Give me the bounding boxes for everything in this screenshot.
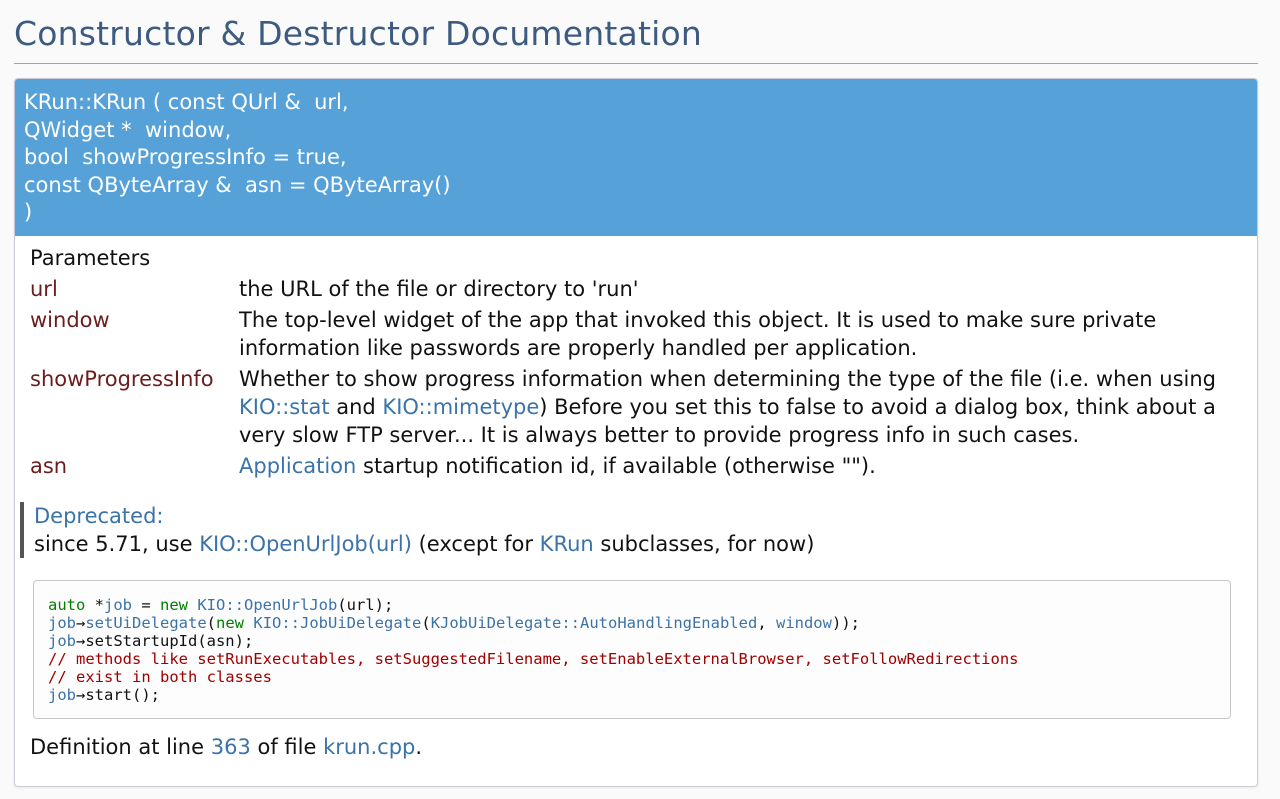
openurljob-link[interactable]: KIO::OpenUrlJob(url) bbox=[199, 532, 412, 556]
definition-line: Definition at line 363 of file krun.cpp. bbox=[30, 733, 422, 761]
prototype-line: QWidget * window, bbox=[24, 117, 232, 142]
code-variable: job bbox=[48, 632, 76, 650]
deprecated-note: Deprecated: since 5.71, use KIO::OpenUrl… bbox=[20, 502, 814, 558]
definition-text: . bbox=[415, 735, 423, 759]
param-row-asn: asn Application startup notification id,… bbox=[30, 452, 1245, 480]
code-text: , bbox=[757, 614, 776, 632]
code-keyword: new bbox=[160, 596, 188, 614]
param-name: window bbox=[30, 308, 110, 332]
code-text: →start(); bbox=[76, 686, 160, 704]
deprecated-text-part: (except for bbox=[411, 532, 540, 556]
code-variable: window bbox=[775, 614, 832, 632]
param-desc: The top-level widget of the app that inv… bbox=[239, 308, 1157, 360]
param-desc: Application startup notification id, if … bbox=[239, 452, 1245, 480]
function-prototype: KRun::KRun ( const QUrl & url, QWidget *… bbox=[15, 79, 1257, 236]
code-function-link[interactable]: setUiDelegate bbox=[85, 614, 206, 632]
code-text: * bbox=[85, 596, 104, 614]
code-class-link[interactable]: KIO::OpenUrlJob bbox=[197, 596, 337, 614]
code-example: auto *job = new KIO::OpenUrlJob(url); jo… bbox=[33, 580, 1231, 719]
prototype-line: KRun::KRun ( const QUrl & url, bbox=[24, 90, 349, 114]
param-desc-text: Whether to show progress information whe… bbox=[239, 367, 1217, 391]
parameters-list: url the URL of the file or directory to … bbox=[30, 275, 1245, 483]
param-desc-text: startup notification id, if available (o… bbox=[356, 454, 876, 478]
param-desc: Whether to show progress information whe… bbox=[239, 365, 1245, 449]
prototype-line: bool showProgressInfo = true, bbox=[24, 145, 347, 170]
definition-text: Definition at line bbox=[30, 735, 211, 759]
member-doc-box: KRun::KRun ( const QUrl & url, QWidget *… bbox=[14, 78, 1258, 787]
code-comment: // exist in both classes bbox=[48, 668, 272, 686]
code-text: (url); bbox=[337, 596, 394, 614]
code-variable: job bbox=[48, 614, 76, 632]
deprecated-text-part: subclasses, for now) bbox=[593, 532, 815, 556]
code-line: job→setUiDelegate(new KIO::JobUiDelegate… bbox=[48, 614, 1019, 632]
code-comment: // methods like setRunExecutables, setSu… bbox=[48, 650, 1019, 668]
prototype-line: const QByteArray & asn = QByteArray() bbox=[24, 172, 451, 197]
code-keyword: auto bbox=[48, 596, 86, 614]
code-keyword: new bbox=[216, 614, 245, 632]
code-text: ( bbox=[206, 614, 217, 632]
doc-page: Constructor & Destructor Documentation K… bbox=[0, 0, 1280, 799]
line-number-link[interactable]: 363 bbox=[211, 735, 251, 759]
section-divider bbox=[14, 63, 1258, 64]
code-line: job→setStartupId(asn); bbox=[48, 632, 1019, 650]
code-text: ( bbox=[421, 614, 431, 632]
deprecated-text: since 5.71, use KIO::OpenUrlJob(url) (ex… bbox=[34, 530, 814, 558]
code-text: →setStartupId(asn); bbox=[76, 632, 254, 650]
definition-text: of file bbox=[250, 735, 324, 759]
source-file-link[interactable]: krun.cpp bbox=[323, 735, 415, 759]
application-link[interactable]: Application bbox=[239, 454, 356, 478]
param-row-url: url the URL of the file or directory to … bbox=[30, 275, 1245, 303]
param-row-window: window The top-level widget of the app t… bbox=[30, 306, 1245, 362]
code-class-link[interactable]: KIO::JobUiDelegate bbox=[253, 614, 421, 632]
param-desc: the URL of the file or directory to 'run… bbox=[239, 277, 639, 301]
param-name: showProgressInfo bbox=[30, 367, 214, 391]
param-name: url bbox=[30, 277, 58, 301]
krun-link[interactable]: KRun bbox=[540, 532, 594, 556]
prototype-line: ) bbox=[24, 200, 33, 225]
code-text: )); bbox=[831, 614, 860, 632]
deprecated-text-part: since 5.71, use bbox=[34, 532, 200, 556]
param-row-showprogressinfo: showProgressInfo Whether to show progres… bbox=[30, 365, 1245, 449]
code-text: = bbox=[132, 596, 160, 614]
param-name: asn bbox=[30, 454, 68, 478]
kio-stat-link[interactable]: KIO::stat bbox=[239, 395, 330, 419]
code-line: auto *job = new KIO::OpenUrlJob(url); bbox=[48, 596, 1019, 614]
parameters-heading: Parameters bbox=[30, 246, 151, 270]
code-variable: job bbox=[104, 596, 132, 614]
kio-mimetype-link[interactable]: KIO::mimetype bbox=[382, 395, 539, 419]
param-desc-text: and bbox=[329, 395, 383, 419]
section-title: Constructor & Destructor Documentation bbox=[14, 14, 702, 53]
deprecated-title: Deprecated: bbox=[34, 504, 164, 528]
code-text: → bbox=[76, 614, 86, 632]
code-variable: job bbox=[48, 686, 76, 704]
code-line: job→start(); bbox=[48, 686, 1019, 704]
code-enum-link[interactable]: KJobUiDelegate::AutoHandlingEnabled bbox=[431, 614, 758, 632]
